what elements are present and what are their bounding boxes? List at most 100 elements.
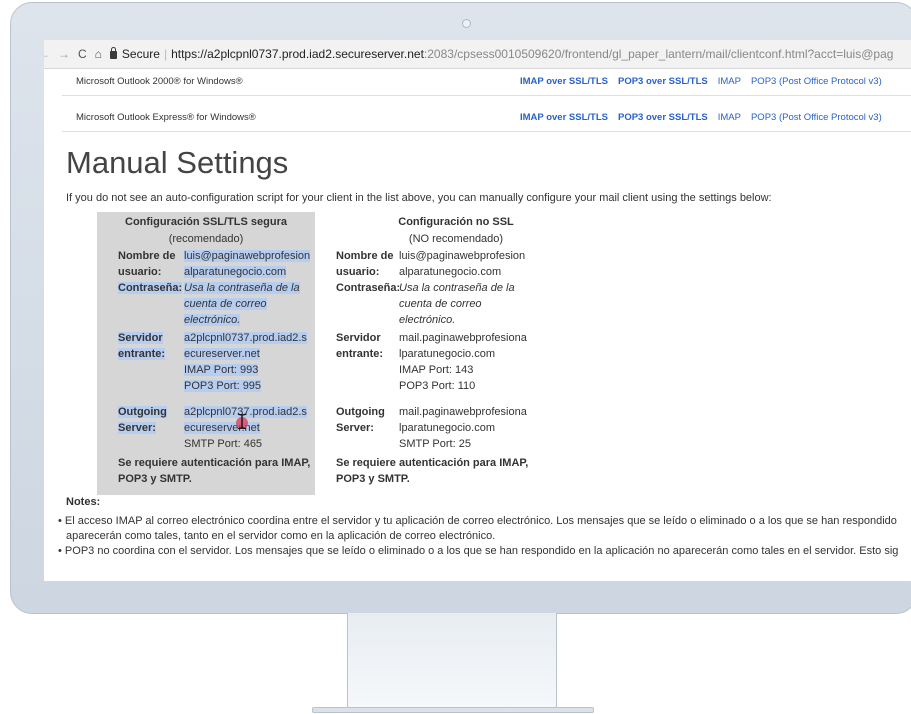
ssl-incoming-label: Servidor entrante: xyxy=(118,330,166,362)
value-line: Usa la contraseña de la xyxy=(399,282,515,294)
intro-text: If you do not see an auto-configuration … xyxy=(66,192,772,204)
url-path: :2083/cpsess0010509620/frontend/gl_paper… xyxy=(423,47,894,61)
value-line: ecureserver.net xyxy=(184,348,260,360)
nonssl-incoming-label: Servidor entrante: xyxy=(336,330,383,362)
value-line: POP3 Port: 110 xyxy=(399,380,476,392)
nonssl-password-label: Contraseña: xyxy=(336,280,400,296)
url-separator: | xyxy=(163,47,168,61)
secure-label: Secure xyxy=(121,47,160,61)
monitor-stand xyxy=(347,613,557,709)
bullet: • xyxy=(58,545,65,557)
monitor-stand-base xyxy=(312,707,594,713)
back-arrow-icon[interactable]: ← xyxy=(44,47,50,61)
ssl-outgoing-label: Outgoing Server: xyxy=(118,404,167,436)
value-line: alparatunegocio.com xyxy=(399,266,502,278)
note-item: • El acceso IMAP al correo electrónico c… xyxy=(58,514,897,529)
ssl-password-value: Usa la contraseña de la cuenta de correo… xyxy=(184,280,300,328)
label-line: Servidor xyxy=(336,332,381,344)
auth-line: Se requiere autenticación para IMAP, xyxy=(118,457,311,469)
value-line: luis@paginawebprofesion xyxy=(184,250,311,262)
label-line: Outgoing xyxy=(118,406,167,418)
auth-line: POP3 y SMTP. xyxy=(118,473,192,485)
client-row: Microsoft Outlook Express® for Windows® … xyxy=(62,104,911,132)
text-cursor-icon xyxy=(236,413,248,429)
bullet: • xyxy=(58,515,65,527)
label-line: entrante: xyxy=(336,348,384,360)
label-line: Outgoing xyxy=(336,406,385,418)
value-line: cuenta de correo xyxy=(399,298,482,310)
value-line: cuenta de correo xyxy=(184,298,267,310)
value-line: lparatunegocio.com xyxy=(399,422,496,434)
value-line: a2plcpnl0737.prod.iad2.s xyxy=(184,332,307,344)
imap-link[interactable]: IMAP xyxy=(718,112,741,123)
client-row: Microsoft Outlook 2000® for Windows® IMA… xyxy=(62,68,911,96)
value-line: Usa la contraseña de la xyxy=(184,282,300,294)
auth-line: POP3 y SMTP. xyxy=(336,473,410,485)
forward-arrow-icon[interactable]: → xyxy=(58,47,70,61)
lock-icon xyxy=(109,47,117,59)
screen: ← → C ⌂ Secure | https://a2plcpnl0737.pr… xyxy=(44,40,911,581)
nonssl-settings-panel: Configuración no SSL (NO recomendado) No… xyxy=(326,212,586,502)
nonssl-outgoing-value[interactable]: mail.paginawebprofesiona lparatunegocio.… xyxy=(399,404,527,452)
imap-link[interactable]: IMAP xyxy=(718,76,741,87)
pop3-link[interactable]: POP3 (Post Office Protocol v3) xyxy=(751,112,882,123)
ssl-incoming-value[interactable]: a2plcpnl0737.prod.iad2.s ecureserver.net… xyxy=(184,330,307,394)
notes-title: Notes: xyxy=(66,496,101,508)
nonssl-outgoing-label: Outgoing Server: xyxy=(336,404,385,436)
label-line: Nombre de xyxy=(336,250,394,262)
nonssl-incoming-value[interactable]: mail.paginawebprofesiona lparatunegocio.… xyxy=(399,330,527,394)
nonssl-password-value: Usa la contraseña de la cuenta de correo… xyxy=(399,280,515,328)
pop3-link[interactable]: POP3 (Post Office Protocol v3) xyxy=(751,76,882,87)
ssl-username-label: Nombre de usuario: xyxy=(118,248,175,280)
ssl-password-label: Contraseña: xyxy=(118,280,183,296)
nonssl-username-value[interactable]: luis@paginawebprofesion alparatunegocio.… xyxy=(399,248,525,280)
ssl-title: Configuración SSL/TLS segura xyxy=(125,216,287,228)
pop3-ssl-link[interactable]: POP3 over SSL/TLS xyxy=(618,76,708,87)
label-line: Server: xyxy=(336,422,374,434)
reload-icon[interactable]: C xyxy=(78,47,87,61)
url-host: https://a2plcpnl0737.prod.iad2.secureser… xyxy=(171,47,424,61)
value-line: POP3 Port: 995 xyxy=(184,380,262,392)
value-line: electrónico. xyxy=(399,314,456,326)
home-icon[interactable]: ⌂ xyxy=(95,47,102,61)
nonssl-username-label: Nombre de usuario: xyxy=(336,248,393,280)
value-line: IMAP Port: 993 xyxy=(184,364,259,376)
note-text: El acceso IMAP al correo electrónico coo… xyxy=(64,515,897,527)
label-line: Contraseña: xyxy=(336,282,401,294)
pop3-ssl-link[interactable]: POP3 over SSL/TLS xyxy=(618,112,708,123)
label-line: Servidor xyxy=(118,332,163,344)
nonssl-subtitle: (NO recomendado) xyxy=(408,233,504,245)
value-line: electrónico. xyxy=(184,314,241,326)
browser-address-bar: ← → C ⌂ Secure | https://a2plcpnl0737.pr… xyxy=(44,40,911,69)
auth-line: Se requiere autenticación para IMAP, xyxy=(336,457,529,469)
label-line: usuario: xyxy=(118,266,162,278)
nonssl-auth-note: Se requiere autenticación para IMAP, POP… xyxy=(336,455,528,487)
ssl-subtitle: (recomendado) xyxy=(168,233,244,245)
value-line: mail.paginawebprofesiona xyxy=(399,406,527,418)
label-line: Contraseña: xyxy=(118,282,183,294)
note-item: • POP3 no coordina con el servidor. Los … xyxy=(58,544,898,559)
value-line: luis@paginawebprofesion xyxy=(399,250,526,262)
url-field[interactable]: https://a2plcpnl0737.prod.iad2.secureser… xyxy=(171,47,893,61)
ssl-settings-panel: Configuración SSL/TLS segura (recomendad… xyxy=(97,212,315,495)
value-line: IMAP Port: 143 xyxy=(399,364,474,376)
monitor-frame: ← → C ⌂ Secure | https://a2plcpnl0737.pr… xyxy=(10,2,911,614)
imap-ssl-link[interactable]: IMAP over SSL/TLS xyxy=(520,76,608,87)
page-title: Manual Settings xyxy=(66,145,289,180)
ssl-username-value[interactable]: luis@paginawebprofesion alparatunegocio.… xyxy=(184,248,311,280)
value-line: SMTP Port: 25 xyxy=(399,438,471,450)
label-line: entrante: xyxy=(118,348,166,360)
label-line: Nombre de xyxy=(118,250,176,262)
ssl-auth-note: Se requiere autenticación para IMAP, POP… xyxy=(118,455,310,487)
value-line: lparatunegocio.com xyxy=(399,348,496,360)
camera-dot xyxy=(462,19,471,28)
label-line: Server: xyxy=(118,422,156,434)
value-line: mail.paginawebprofesiona xyxy=(399,332,527,344)
client-name: Microsoft Outlook Express® for Windows® xyxy=(76,112,256,123)
label-line: usuario: xyxy=(336,266,380,278)
note-text: POP3 no coordina con el servidor. Los me… xyxy=(64,545,899,557)
nonssl-title: Configuración no SSL xyxy=(398,216,514,228)
note-continuation: aparecerán como tales, tanto en el servi… xyxy=(66,530,496,542)
imap-ssl-link[interactable]: IMAP over SSL/TLS xyxy=(520,112,608,123)
client-name: Microsoft Outlook 2000® for Windows® xyxy=(76,76,243,87)
